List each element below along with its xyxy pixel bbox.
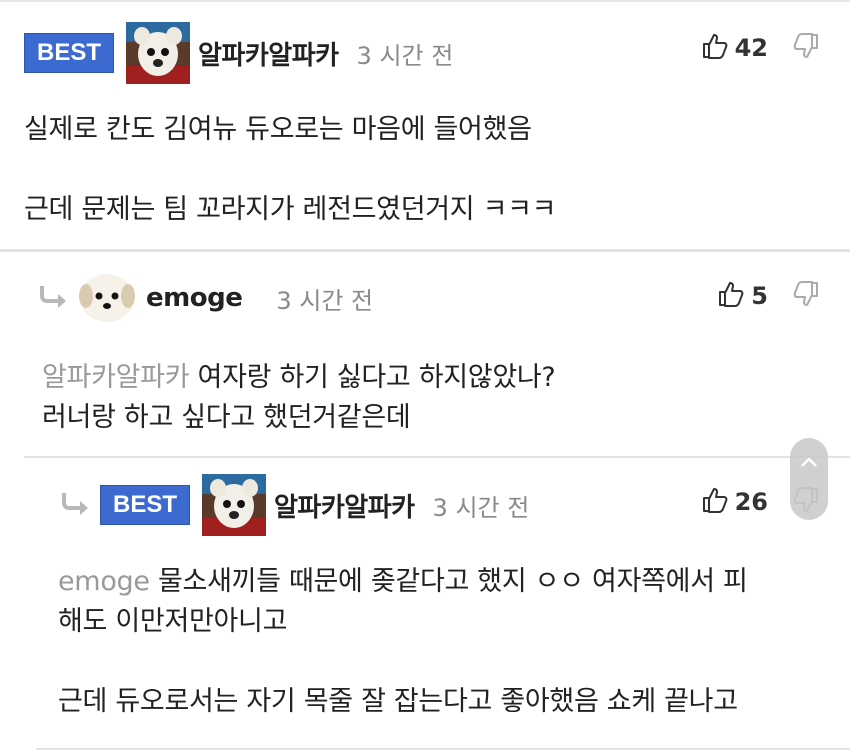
nickname[interactable]: emoge bbox=[146, 283, 243, 313]
thumbs-up-icon[interactable] bbox=[701, 486, 729, 518]
puppy-avatar[interactable] bbox=[78, 272, 136, 324]
thumbs-down-icon[interactable] bbox=[792, 280, 820, 312]
comment-text: 여자랑 하기 싫다고 하지않았나? bbox=[197, 362, 556, 393]
thumbs-up-icon[interactable] bbox=[717, 280, 745, 312]
best-badge: BEST bbox=[100, 485, 191, 525]
comment-thread: BEST 알파카알파카 3 시간 전 42 실제로 칸도 김여뉴 듀오로는 마음… bbox=[0, 0, 850, 753]
vote-group: 42 bbox=[701, 32, 820, 64]
thumbs-up-icon[interactable] bbox=[701, 32, 729, 64]
alpaca-avatar[interactable] bbox=[202, 474, 267, 536]
chevron-up-icon bbox=[799, 454, 819, 473]
like-count: 26 bbox=[734, 488, 768, 516]
timestamp: 3 시간 전 bbox=[432, 493, 530, 522]
comment-text: 물소새끼들 때문에 좆같다고 했지 ㅇㅇ 여자쪽에서 피 bbox=[157, 566, 748, 597]
vote-group: 5 bbox=[717, 280, 820, 312]
comment-line: 근데 문제는 팀 꼬라지가 레전드였던거지 ㅋㅋㅋ bbox=[24, 194, 557, 225]
reply-arrow-icon bbox=[38, 284, 70, 312]
timestamp: 3 시간 전 bbox=[276, 286, 374, 315]
comment-line: 알파카알파카 여자랑 하기 싫다고 하지않았나? bbox=[42, 358, 556, 398]
comment-line: 해도 이만저만아니고 bbox=[58, 606, 288, 637]
comment-body: 실제로 칸도 김여뉴 듀오로는 마음에 들어했음 근데 문제는 팀 꼬라지가 레… bbox=[24, 110, 557, 230]
best-badge: BEST bbox=[24, 33, 115, 73]
reply-arrow-icon bbox=[60, 491, 92, 519]
comment-body: 알파카알파카 여자랑 하기 싫다고 하지않았나? 러너랑 하고 싶다고 했던거같… bbox=[42, 358, 556, 438]
scroll-top-button[interactable] bbox=[790, 438, 828, 520]
comment-line: 근데 듀오로서는 자기 목줄 잘 잡는다고 좋아했음 쇼케 끝나고 bbox=[58, 686, 738, 717]
comment-best-1: BEST 알파카알파카 3 시간 전 42 실제로 칸도 김여뉴 듀오로는 마음… bbox=[0, 0, 850, 252]
nickname[interactable]: 알파카알파카 bbox=[198, 35, 339, 72]
like-count: 42 bbox=[734, 34, 768, 62]
comment-reply-1: emoge 3 시간 전 5 알파카알파카 여자랑 하기 싫다고 하지않았나? … bbox=[24, 252, 850, 458]
comment-line: 실제로 칸도 김여뉴 듀오로는 마음에 들어했음 bbox=[24, 114, 532, 145]
nickname[interactable]: 알파카알파카 bbox=[274, 487, 415, 524]
timestamp: 3 시간 전 bbox=[356, 41, 454, 70]
comment-reply-best: BEST 알파카알파카 3 시간 전 26 emoge 물소새끼들 때문에 좆같… bbox=[36, 458, 850, 750]
thumbs-down-icon[interactable] bbox=[792, 32, 820, 64]
comment-line: emoge 물소새끼들 때문에 좆같다고 했지 ㅇㅇ 여자쪽에서 피 bbox=[58, 562, 828, 602]
comment-line: 러너랑 하고 싶다고 했던거같은데 bbox=[42, 402, 411, 433]
like-count: 5 bbox=[751, 282, 768, 310]
alpaca-avatar[interactable] bbox=[126, 22, 191, 84]
comment-body: emoge 물소새끼들 때문에 좆같다고 했지 ㅇㅇ 여자쪽에서 피 해도 이만… bbox=[58, 562, 828, 722]
mention-tag[interactable]: 알파카알파카 bbox=[42, 362, 190, 393]
mention-tag[interactable]: emoge bbox=[58, 566, 150, 597]
